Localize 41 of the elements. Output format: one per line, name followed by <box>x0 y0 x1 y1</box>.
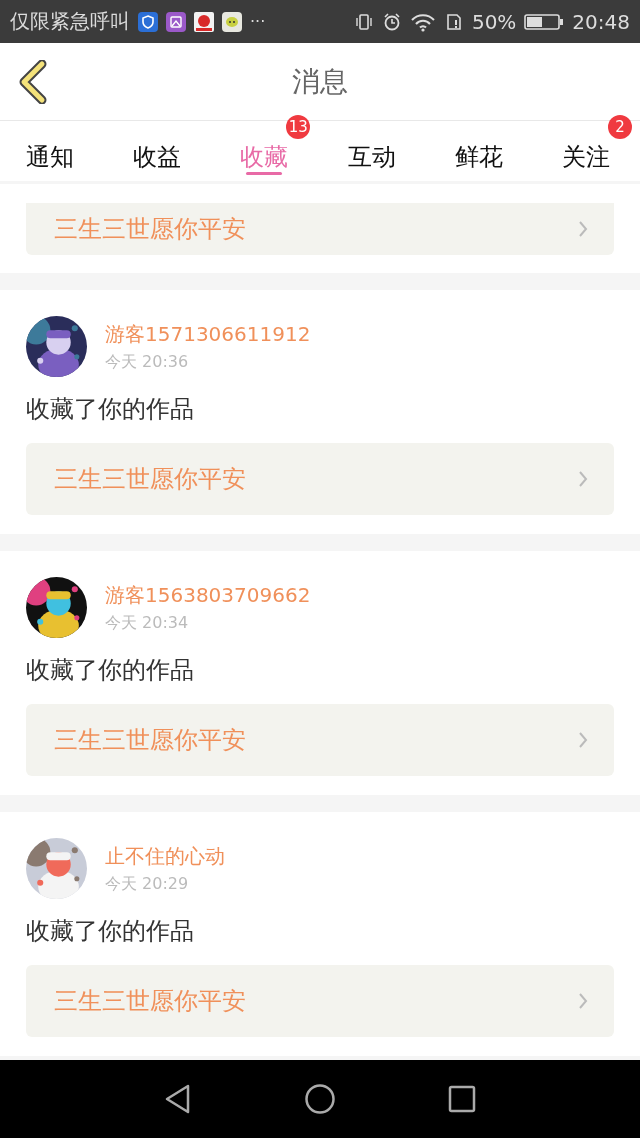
tab[interactable]: 互动 <box>345 121 398 181</box>
unread-count: 2 <box>607 115 632 139</box>
page-title: 消息 <box>292 63 348 100</box>
gallery-icon <box>166 11 186 32</box>
clock: 20:48 <box>572 9 630 34</box>
chevron-icon <box>578 470 588 488</box>
chevron-icon <box>578 220 588 238</box>
timestamp: 今天 20:34 <box>105 612 190 634</box>
work-link[interactable]: 三生三世愿你平安 <box>26 704 614 776</box>
battery-percent: 50% <box>471 9 517 34</box>
battery-icon <box>524 11 565 32</box>
shield-icon <box>138 11 158 32</box>
work-link[interactable]: 三生三世愿你平安 <box>26 443 614 515</box>
home-icon[interactable] <box>304 1083 336 1115</box>
wifi-icon <box>409 11 436 32</box>
username[interactable]: 止不住的心动 <box>105 842 225 870</box>
unread-count: 13 <box>286 115 311 139</box>
status-notice: 仅限紧急呼叫 <box>10 8 130 35</box>
work-title: 三生三世愿你平安 <box>54 464 246 495</box>
chat-app-icon <box>222 11 242 32</box>
activity-text: 收藏了你的作品 <box>26 655 195 685</box>
more-notifications: ··· <box>250 12 266 31</box>
activity-text: 收藏了你的作品 <box>26 916 195 946</box>
username[interactable]: 游客1571306611912 <box>105 320 311 348</box>
chevron-icon <box>578 992 588 1010</box>
username[interactable]: 游客1563803709662 <box>105 581 311 609</box>
activity-text: 收藏了你的作品 <box>26 394 195 424</box>
work-link[interactable]: 三生三世愿你平安 <box>26 203 614 255</box>
tab[interactable]: 收益 <box>131 121 184 181</box>
timestamp: 今天 20:36 <box>105 351 190 373</box>
work-title: 三生三世愿你平安 <box>54 725 246 756</box>
vibrate-icon <box>353 11 374 32</box>
tab[interactable]: 通知 <box>24 121 76 181</box>
back-icon[interactable] <box>18 60 48 104</box>
work-link[interactable]: 三生三世愿你平安 <box>26 965 614 1037</box>
recents-icon[interactable] <box>446 1083 478 1115</box>
work-title: 三生三世愿你平安 <box>54 986 246 1017</box>
timestamp: 今天 20:29 <box>105 873 190 895</box>
chevron-icon <box>578 731 588 749</box>
work-title: 三生三世愿你平安 <box>54 214 246 245</box>
tab[interactable]: 鲜花 <box>452 121 505 181</box>
